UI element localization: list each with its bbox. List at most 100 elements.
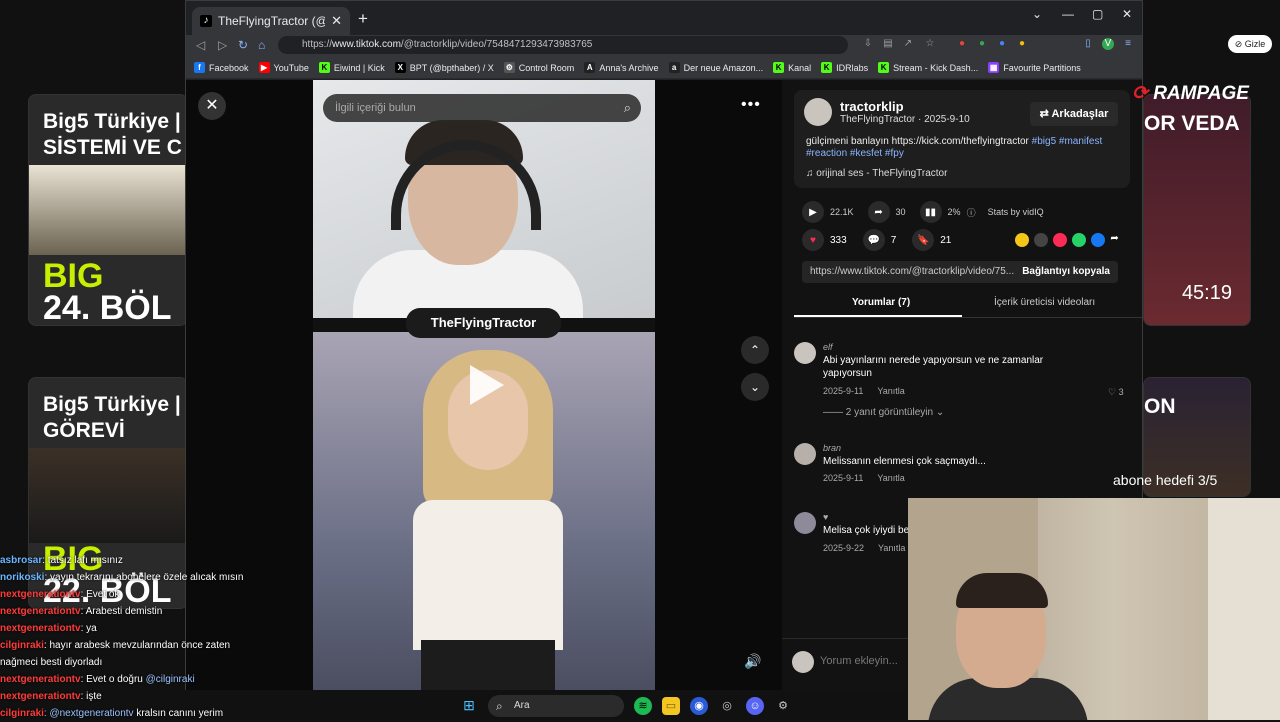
chat-mention[interactable]: @cilginraki [143, 674, 195, 685]
maximize-button[interactable]: ▢ [1092, 7, 1103, 21]
whatsapp-icon[interactable] [1072, 233, 1087, 247]
bookmark-item[interactable]: K Kanal [773, 62, 811, 73]
taskbar-search[interactable]: Ara [488, 694, 624, 717]
forward-icon[interactable]: ▷ [218, 38, 227, 52]
music-link[interactable]: ♫ orijinal ses - TheFlyingTractor [806, 168, 947, 179]
bookmark-item[interactable]: A Anna's Archive [584, 62, 659, 73]
comment-meta: 2025-9-11 Yanıtla [823, 386, 905, 396]
reply-button[interactable]: Yanıtla [878, 543, 905, 553]
kick-icon: K [318, 62, 330, 73]
settings-icon[interactable]: ⚙ [774, 697, 792, 715]
share-icon[interactable]: ↗ [902, 38, 914, 50]
previous-video-button[interactable]: ⌃ [741, 336, 769, 364]
search-icon[interactable]: ⌕ [624, 94, 631, 122]
embed-icon[interactable] [1034, 233, 1049, 247]
reply-button[interactable]: Yanıtla [877, 386, 904, 396]
commenter-name[interactable]: bran [823, 443, 841, 453]
bg-video-card: OR VEDA 45:19 [1143, 94, 1251, 326]
address-bar[interactable]: https://www.tiktok.com/@tractorklip/vide… [278, 36, 848, 54]
commenter-name[interactable]: ♥ [823, 512, 828, 522]
more-options-button[interactable]: ••• [741, 96, 761, 114]
comment-like-count[interactable]: ♡ 3 [1108, 387, 1124, 398]
share-arrow-icon[interactable]: ➦ [1110, 233, 1118, 247]
tab-search-icon[interactable]: ⌄ [1032, 7, 1042, 21]
facebook-icon[interactable] [1091, 233, 1106, 247]
bookmark-icon[interactable]: 🔖 [912, 229, 935, 251]
install-icon[interactable]: ⇩ [862, 38, 874, 50]
minimize-button[interactable]: — [1062, 7, 1074, 21]
bookmark-item[interactable]: f Facebook [194, 62, 249, 73]
chat-mention[interactable]: : @nextgenerationtv [44, 708, 134, 719]
tab-tiktok[interactable]: ♪ TheFlyingTractor (@tractork ✕ [192, 7, 350, 35]
chat-username[interactable]: nextgenerationtv [0, 691, 81, 702]
chat-username[interactable]: cilginraki [0, 640, 44, 651]
bookmark-item[interactable]: ▦ Favourite Partitions [988, 62, 1081, 73]
chrome-icon[interactable]: ◉ [690, 696, 708, 715]
bookmark-item[interactable]: K Eiwind | Kick [318, 62, 385, 73]
commenter-avatar[interactable] [794, 342, 816, 364]
spotify-icon[interactable]: ≋ [634, 696, 652, 715]
caption-hashtags[interactable]: #reaction #kesfet #fpy [806, 148, 904, 159]
bookmark-item[interactable]: ▶ YouTube [258, 62, 309, 73]
coin-icon[interactable] [1015, 233, 1030, 247]
video-player[interactable]: TheFlyingTractor [313, 80, 655, 690]
file-explorer-icon[interactable]: ▭ [662, 696, 680, 715]
commenter-avatar[interactable] [794, 512, 816, 534]
next-video-button[interactable]: ⌄ [741, 373, 769, 401]
bookmark-star-icon[interactable]: ☆ [924, 38, 936, 50]
chat-username[interactable]: cilginraki [0, 708, 44, 719]
volume-icon[interactable]: 🔊 [744, 653, 761, 670]
back-icon[interactable]: ◁ [196, 38, 205, 52]
commenter-avatar[interactable] [794, 443, 816, 465]
extension-icon[interactable]: ● [1016, 38, 1028, 50]
reload-icon[interactable]: ↻ [238, 38, 248, 52]
extension-icon[interactable]: ● [976, 38, 988, 50]
windows-start-icon[interactable]: ⊞ [460, 697, 478, 715]
chat-username[interactable]: nextgenerationtv [0, 674, 81, 685]
bookmark-item[interactable]: X BPT (@bpthaber) / X [394, 62, 494, 73]
discord-icon[interactable]: ☺ [746, 696, 764, 715]
home-icon[interactable]: ⌂ [258, 38, 265, 52]
author-avatar[interactable] [804, 98, 832, 126]
tab-creator-videos[interactable]: İçerik üreticisi videoları [994, 297, 1095, 308]
caption-hashtags[interactable]: #big5 #manifest [1032, 136, 1103, 147]
related-search-input[interactable]: İlgili içeriği bulun ⌕ [323, 94, 641, 122]
play-icon[interactable]: ▶ [802, 201, 824, 223]
play-icon[interactable] [470, 365, 504, 405]
chat-username[interactable]: nextgenerationtv [0, 589, 81, 600]
chat-username[interactable]: nextgenerationtv [0, 623, 81, 634]
close-video-button[interactable]: ✕ [198, 92, 226, 120]
author-handle[interactable]: tractorklip [840, 99, 904, 114]
hide-button[interactable]: ⊘ Gizle [1228, 35, 1272, 53]
view-replies-button[interactable]: —— 2 yanıt görüntüleyin ⌄ [823, 407, 944, 418]
profile-avatar[interactable]: V [1102, 38, 1114, 50]
copy-link-button[interactable]: Bağlantıyı kopyala [1022, 261, 1110, 283]
translate-icon[interactable]: ▤ [882, 38, 894, 50]
reply-button[interactable]: Yanıtla [877, 473, 904, 483]
send-icon[interactable] [1053, 233, 1068, 247]
share-icon[interactable]: ➦ [867, 201, 890, 223]
close-window-button[interactable]: ✕ [1122, 7, 1132, 21]
extension-icon[interactable]: ● [956, 38, 968, 50]
video-link[interactable]: https://www.tiktok.com/@tractorklip/vide… [810, 266, 1014, 277]
heart-icon[interactable]: ♥ [802, 229, 824, 251]
new-tab-button[interactable]: + [358, 9, 368, 29]
comment-icon[interactable]: 💬 [862, 229, 885, 251]
chat-username[interactable]: nextgenerationtv [0, 606, 81, 617]
extension-icon[interactable]: ● [996, 38, 1008, 50]
bookmark-item[interactable]: ⚙ Control Room [503, 62, 574, 73]
chat-username[interactable]: norikoski [0, 572, 44, 583]
comment-input[interactable]: Yorum ekleyin... [820, 655, 898, 667]
tab-comments[interactable]: Yorumlar (7) [852, 297, 910, 308]
commenter-name[interactable]: elf [823, 342, 833, 352]
stats-icon[interactable]: ▮▮ [919, 201, 942, 223]
obs-icon[interactable]: ◎ [718, 697, 736, 715]
friends-button[interactable]: ⇄ Arkadaşlar [1030, 102, 1118, 126]
tab-close-icon[interactable]: ✕ [331, 13, 342, 29]
bookmark-item[interactable]: K Stream - Kick Dash... [878, 62, 978, 73]
sidebar-icon[interactable]: ▯ [1082, 38, 1094, 50]
bookmark-item[interactable]: a Der neue Amazon... [668, 62, 763, 73]
bookmark-item[interactable]: K IDRlabs [821, 62, 868, 73]
chat-username[interactable]: asbrosar [0, 555, 42, 566]
menu-icon[interactable]: ≡ [1122, 38, 1134, 50]
